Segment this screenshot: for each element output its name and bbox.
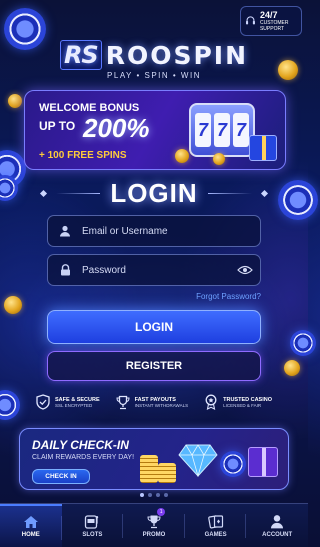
daily-checkin-card[interactable]: DAILY CHECK-IN CLAIM REWARDS EVERY DAY! … xyxy=(19,428,289,490)
gold-coin-decoration xyxy=(284,360,300,376)
slot-machine-icon: 7 7 7 xyxy=(189,103,255,157)
page-title: LOGIN xyxy=(110,178,198,208)
checkin-subtitle: CLAIM REWARDS EVERY DAY! xyxy=(32,454,135,461)
gift-box-icon xyxy=(249,135,277,161)
badge-subtitle: LICENSED & FAIR xyxy=(223,402,262,408)
user-icon xyxy=(48,225,82,237)
slot-reel: 7 xyxy=(214,113,230,147)
trust-badges: SAFE & SECURE SSL ENCRYPTED FAST PAYOUTS… xyxy=(36,394,272,410)
trophy-icon xyxy=(116,395,130,409)
badge-trusted-casino: TRUSTED CASINO LICENSED & FAIR xyxy=(204,394,272,410)
bottom-navigation: HOME SLOTS 1 PROMO GAMES ACCOUNT xyxy=(0,503,308,547)
customer-support-button[interactable]: 24/7 CUSTOMER SUPPORT xyxy=(240,6,302,36)
logo-wordmark: ROOSPIN xyxy=(105,40,249,70)
heading-divider xyxy=(207,193,252,194)
forgot-password-link[interactable]: Forgot Password? xyxy=(196,292,261,301)
cards-icon xyxy=(207,514,223,528)
badge-title: TRUSTED CASINO xyxy=(223,396,272,403)
diamond-icon xyxy=(178,444,218,477)
tab-games[interactable]: GAMES xyxy=(185,504,247,547)
badge-safe-secure: SAFE & SECURE SSL ENCRYPTED xyxy=(36,394,100,410)
tab-label: ACCOUNT xyxy=(262,531,293,538)
support-text: 24/7 CUSTOMER SUPPORT xyxy=(260,10,297,32)
notification-badge: 1 xyxy=(157,508,166,516)
password-input[interactable] xyxy=(82,264,230,276)
shield-check-icon xyxy=(36,394,50,410)
support-title: 24/7 xyxy=(259,10,278,20)
tab-label: HOME xyxy=(21,532,40,538)
carousel-dot[interactable] xyxy=(140,493,144,497)
medal-icon xyxy=(205,394,217,410)
brand-tagline: PLAY • SPIN • WIN xyxy=(107,71,201,80)
tab-account[interactable]: ACCOUNT xyxy=(246,504,308,547)
tab-label: PROMO xyxy=(142,531,166,538)
support-subtitle: CUSTOMER SUPPORT xyxy=(259,20,289,32)
bonus-upto: UP TO xyxy=(39,119,76,133)
gold-coin-decoration xyxy=(4,296,22,314)
badge-subtitle: INSTANT WITHDRAWALS xyxy=(134,402,189,408)
login-button[interactable]: LOGIN xyxy=(47,310,261,344)
tab-promo[interactable]: 1 PROMO xyxy=(123,504,185,547)
carousel-dot[interactable] xyxy=(164,493,168,497)
tab-label: GAMES xyxy=(204,531,227,538)
gold-coin-decoration xyxy=(213,153,225,165)
login-heading: LOGIN xyxy=(0,178,308,209)
tab-label: SLOTS xyxy=(82,531,103,538)
badge-fast-payouts: FAST PAYOUTS INSTANT WITHDRAWALS xyxy=(116,394,189,410)
headset-icon xyxy=(246,16,255,25)
welcome-bonus-banner[interactable]: WELCOME BONUS UP TO 200% + 100 FREE SPIN… xyxy=(24,90,286,170)
logo-mark: RS xyxy=(59,40,102,70)
slot-machine-icon xyxy=(85,514,99,529)
bonus-percent: 200% xyxy=(83,113,150,143)
coin-stack-icon xyxy=(140,455,158,483)
casino-chip-decoration xyxy=(0,390,20,420)
username-input[interactable] xyxy=(82,225,260,237)
slot-reel: 7 xyxy=(233,113,249,147)
password-field[interactable] xyxy=(47,254,261,286)
heading-divider xyxy=(56,193,101,194)
lock-icon xyxy=(48,264,82,276)
carousel-dot[interactable] xyxy=(156,493,160,497)
carousel-indicator xyxy=(0,493,308,497)
check-in-button[interactable]: CHECK IN xyxy=(32,469,90,484)
gift-box-icon xyxy=(248,447,278,477)
diamond-ornament xyxy=(260,189,268,198)
register-button[interactable]: REGISTER xyxy=(47,351,261,381)
coin-stack-icon xyxy=(158,463,176,483)
casino-chip-decoration xyxy=(290,330,316,356)
diamond-ornament xyxy=(40,189,48,198)
home-icon xyxy=(23,516,38,528)
tab-home[interactable]: HOME xyxy=(0,504,62,547)
gold-coin-decoration xyxy=(175,149,189,163)
user-icon xyxy=(271,514,284,528)
checkin-title: DAILY CHECK-IN xyxy=(32,438,129,452)
gold-coin-decoration xyxy=(8,94,22,108)
casino-chip-decoration xyxy=(220,451,246,477)
bonus-free-spins: + 100 FREE SPINS xyxy=(39,150,127,161)
badge-subtitle: SSL ENCRYPTED xyxy=(55,402,93,408)
brand-logo: RS ROOSPIN PLAY • SPIN • WIN xyxy=(0,40,308,80)
slot-reel: 7 xyxy=(195,113,211,147)
badge-title: SAFE & SECURE xyxy=(55,396,100,403)
eye-icon[interactable] xyxy=(230,265,260,275)
username-field[interactable] xyxy=(47,215,261,247)
tab-slots[interactable]: SLOTS xyxy=(62,504,124,547)
carousel-dot[interactable] xyxy=(148,493,152,497)
